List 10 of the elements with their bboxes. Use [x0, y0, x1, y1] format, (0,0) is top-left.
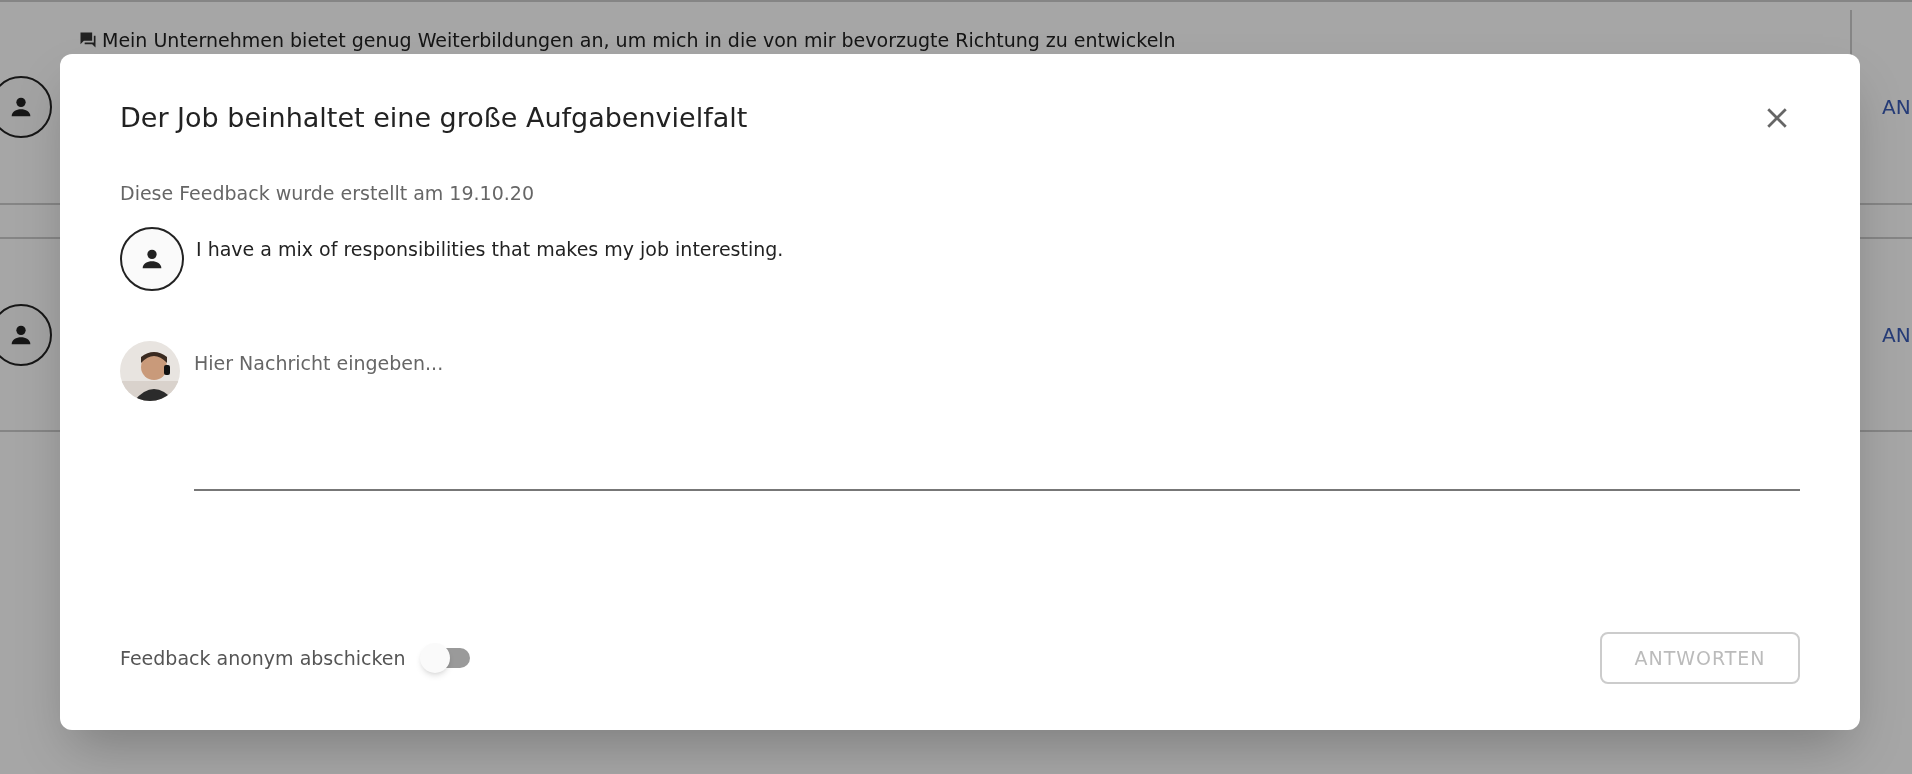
answer-link[interactable]: AN: [1882, 91, 1911, 122]
toggle-label: Feedback anonym abschicken: [120, 645, 406, 671]
question-text: Mein Unternehmen bietet genug Weiterbildungen an, um mich in die von mir bevorzugte Richtung zu entwickeln: [102, 28, 1176, 53]
chat-icon: [78, 30, 98, 50]
reply-field[interactable]: Hier Nachricht eingeben...: [194, 341, 1800, 491]
created-date: Diese Feedback wurde erstellt am 19.10.20: [120, 180, 535, 206]
avatar: [120, 227, 184, 291]
dialog-title: Der Job beinhaltet eine große Aufgabenvielfalt: [120, 101, 748, 135]
feedback-message: I have a mix of responsibilities that makes my job interesting.: [196, 237, 784, 262]
answer-link[interactable]: AN: [1882, 319, 1911, 350]
